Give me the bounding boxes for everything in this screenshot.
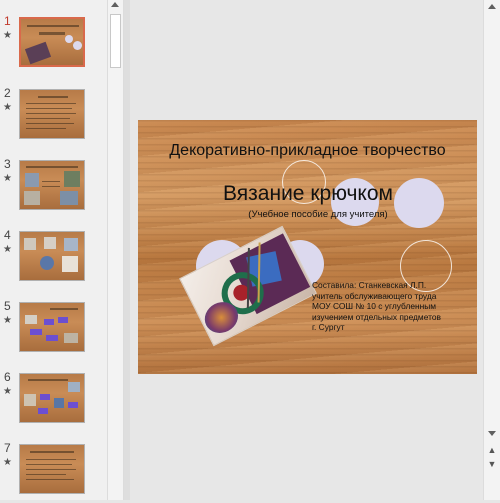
slide-thumbnail-1[interactable]: 1 ★ xyxy=(0,14,107,76)
editor-scrollbar[interactable]: ▲ ▼ xyxy=(483,0,500,500)
animation-star-icon: ★ xyxy=(3,244,12,255)
animation-star-icon: ★ xyxy=(3,30,12,41)
slide-thumbnail-image[interactable] xyxy=(19,231,85,281)
slide-number: 7 xyxy=(4,441,11,455)
next-slide-icon[interactable]: ▼ xyxy=(485,458,499,470)
slide-thumbnail-image[interactable] xyxy=(19,160,85,210)
slide-number: 6 xyxy=(4,370,11,384)
previous-slide-icon[interactable]: ▲ xyxy=(485,444,499,456)
author-textbox[interactable]: Составила: Станкевская Л.П. учитель обсл… xyxy=(312,280,462,333)
slide-number: 4 xyxy=(4,228,11,242)
slide-thumbnail-6[interactable]: 6 ★ xyxy=(0,370,107,432)
slide-canvas[interactable]: Декоративно-прикладное творчество Вязани… xyxy=(138,120,477,374)
slide-subtitle[interactable]: (Учебное пособие для учителя) xyxy=(208,209,428,220)
slide-thumbnail-image[interactable] xyxy=(19,302,85,352)
slide-thumbnail-7[interactable]: 7 ★ xyxy=(0,441,107,503)
author-line: МОУ СОШ № 10 с углубленным xyxy=(312,301,437,311)
slide-thumbnail-image[interactable] xyxy=(19,89,85,139)
animation-star-icon: ★ xyxy=(3,315,12,326)
author-line: учитель обслуживающего труда xyxy=(312,290,437,301)
animation-star-icon: ★ xyxy=(3,386,12,397)
slide-thumbnail-image[interactable] xyxy=(19,17,85,67)
scroll-down-arrow-icon[interactable] xyxy=(488,431,496,436)
animation-star-icon: ★ xyxy=(3,102,12,113)
slide-heading[interactable]: Декоративно-прикладное творчество xyxy=(138,142,477,160)
thumbnail-scrollbar[interactable] xyxy=(107,0,124,500)
animation-star-icon: ★ xyxy=(3,457,12,468)
scroll-up-arrow-icon[interactable] xyxy=(488,4,496,9)
slide-number: 1 xyxy=(4,14,11,28)
slide-thumbnail-image[interactable] xyxy=(19,373,85,423)
author-line: г. Сургут xyxy=(312,322,345,332)
author-line: Составила: Станкевская Л.П. xyxy=(312,280,427,290)
scrollbar-thumb[interactable] xyxy=(110,14,121,68)
slide-thumbnail-3[interactable]: 3 ★ xyxy=(0,157,107,219)
author-line: изучением отдельных предметов xyxy=(312,311,441,322)
slide-number: 5 xyxy=(4,299,11,313)
slide-title[interactable]: Вязание крючком xyxy=(208,182,408,206)
slide-thumbnail-5[interactable]: 5 ★ xyxy=(0,299,107,361)
slide-thumbnail-4[interactable]: 4 ★ xyxy=(0,228,107,290)
slide-number: 2 xyxy=(4,86,11,100)
scroll-up-arrow-icon[interactable] xyxy=(111,2,119,7)
slide-number: 3 xyxy=(4,157,11,171)
slide-thumbnail-2[interactable]: 2 ★ xyxy=(0,86,107,148)
slide-thumbnail-image[interactable] xyxy=(19,444,85,494)
animation-star-icon: ★ xyxy=(3,173,12,184)
